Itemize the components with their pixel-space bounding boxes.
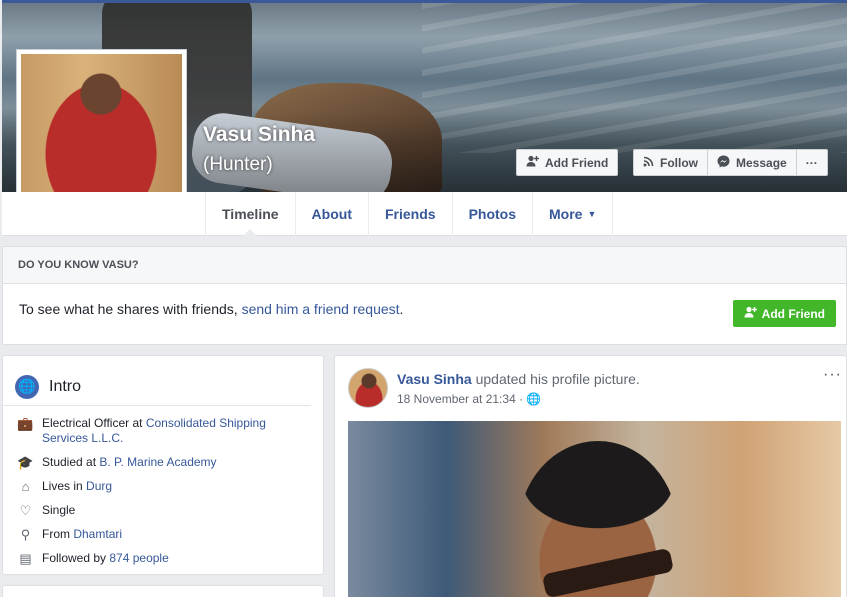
briefcase-icon: 💼 <box>17 416 34 431</box>
intro-header: 🌐 Intro <box>3 356 311 406</box>
rss-icon <box>643 156 654 170</box>
intro-lives-text: Lives in Durg <box>42 479 112 494</box>
post-image[interactable] <box>348 421 841 597</box>
house-icon: ⌂ <box>21 479 30 494</box>
graduation-cap-icon: 🎓 <box>17 455 34 470</box>
friend-request-link[interactable]: send him a friend request <box>242 301 400 317</box>
intro-list: 💼 Electrical Officer at Consolidated Shi… <box>3 406 323 566</box>
tab-about-label: About <box>311 206 352 222</box>
do-you-know-period: . <box>399 301 404 317</box>
profile-tabs: Timeline About Friends Photos More ▼ <box>205 192 614 237</box>
profile-page: Vasu Sinha (Hunter) Add Friend Follow Me… <box>0 0 847 597</box>
next-card <box>2 585 324 597</box>
person-plus-icon <box>526 155 539 170</box>
tab-photos[interactable]: Photos <box>451 192 532 236</box>
study-link[interactable]: B. P. Marine Academy <box>99 455 216 469</box>
intro-followers: ▤ Followed by 874 people <box>17 551 311 566</box>
intro-title: Intro <box>49 377 82 395</box>
profile-picture-image <box>21 54 182 214</box>
post-avatar[interactable] <box>348 368 388 408</box>
post-time-text: 18 November at 21:34 · <box>397 392 527 406</box>
intro-relationship: ♡ Single <box>17 503 311 518</box>
post-author[interactable]: Vasu Sinha <box>397 371 472 387</box>
profile-name[interactable]: Vasu Sinha <box>203 123 315 147</box>
intro-from-prefix: From <box>42 527 74 541</box>
globe-icon: 🌐 <box>15 374 39 399</box>
tab-friends-label: Friends <box>384 206 436 222</box>
do-you-know-box: DO YOU KNOW VASU? To see what he shares … <box>2 246 847 345</box>
post-card: Vasu Sinha updated his profile picture. … <box>334 355 847 597</box>
intro-lives-prefix: Lives in <box>42 479 87 493</box>
intro-study: 🎓 Studied at B. P. Marine Academy <box>17 455 311 470</box>
heart-icon: ♡ <box>19 503 32 518</box>
tab-photos-label: Photos <box>468 206 517 222</box>
intro-study-prefix: Studied at <box>42 455 100 469</box>
message-button[interactable]: Message <box>707 149 797 176</box>
follow-label: Follow <box>660 155 698 170</box>
from-link[interactable]: Dhamtari <box>73 527 122 541</box>
intro-study-text: Studied at B. P. Marine Academy <box>42 455 217 470</box>
more-actions-button[interactable]: ··· <box>795 149 828 176</box>
tab-friends[interactable]: Friends <box>367 192 452 236</box>
add-friend-green-button[interactable]: Add Friend <box>732 300 836 327</box>
map-pin-icon: ⚲ <box>20 527 31 542</box>
tab-about[interactable]: About <box>294 192 368 236</box>
do-you-know-body: To see what he shares with friends, send… <box>3 284 846 345</box>
intro-from: ⚲ From Dhamtari <box>17 527 311 542</box>
post-header: Vasu Sinha updated his profile picture. <box>397 371 640 387</box>
intro-card: 🌐 Intro 💼 Electrical Officer at Consolid… <box>2 355 324 575</box>
message-label: Message <box>736 155 787 170</box>
add-friend-label: Add Friend <box>545 155 609 170</box>
follow-button[interactable]: Follow <box>633 149 708 176</box>
intro-work-text: Electrical Officer at Consolidated Shipp… <box>42 416 311 446</box>
intro-followers-prefix: Followed by <box>42 551 110 565</box>
do-you-know-message: To see what he shares with friends, <box>19 301 242 317</box>
chevron-down-icon: ▼ <box>587 209 597 219</box>
lives-link[interactable]: Durg <box>86 479 112 493</box>
followers-link[interactable]: 874 people <box>109 551 168 565</box>
more-actions-icon: ··· <box>805 155 818 170</box>
person-plus-icon <box>744 306 757 321</box>
tab-more[interactable]: More ▼ <box>532 192 614 236</box>
tab-timeline[interactable]: Timeline <box>205 192 295 237</box>
do-you-know-text: To see what he shares with friends, send… <box>19 301 403 317</box>
intro-lives: ⌂ Lives in Durg <box>17 479 311 494</box>
add-friend-button[interactable]: Add Friend <box>516 149 619 176</box>
feed-icon: ▤ <box>19 551 32 566</box>
intro-followers-text: Followed by 874 people <box>42 551 169 566</box>
profile-actions: Follow Message ··· <box>633 149 828 176</box>
messenger-icon <box>717 155 730 171</box>
intro-from-text: From Dhamtari <box>42 527 122 542</box>
post-options-icon[interactable]: ··· <box>823 366 842 384</box>
do-you-know-heading: DO YOU KNOW VASU? <box>3 247 846 284</box>
profile-nickname: (Hunter) <box>203 154 273 175</box>
add-friend-green-label: Add Friend <box>761 306 825 321</box>
intro-work: 💼 Electrical Officer at Consolidated Shi… <box>17 416 311 446</box>
relationship-text: Single <box>42 503 76 517</box>
globe-small-icon: 🌐 <box>526 392 542 406</box>
post-action: updated his profile picture. <box>471 371 640 387</box>
tab-timeline-label: Timeline <box>222 206 279 222</box>
profile-navbar: Timeline About Friends Photos More ▼ <box>2 192 847 237</box>
post-timestamp[interactable]: 18 November at 21:34 · 🌐 <box>397 392 541 406</box>
intro-work-prefix: Electrical Officer at <box>42 416 146 430</box>
tab-more-label: More <box>549 206 583 222</box>
